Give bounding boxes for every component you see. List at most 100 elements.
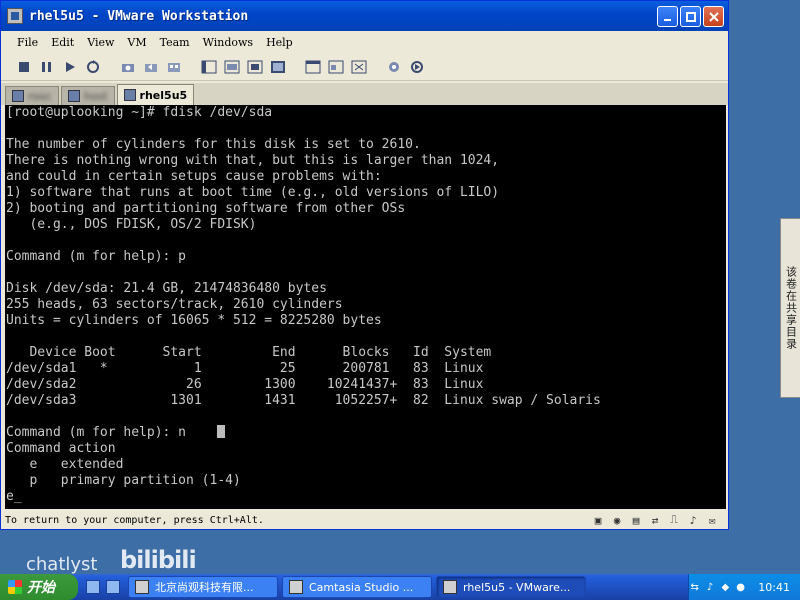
tab-rhel5u5[interactable]: rhel5u5 (116, 84, 195, 105)
console-view-button[interactable] (269, 58, 287, 76)
console-line: e extended (6, 457, 124, 472)
tab-label: host (83, 89, 108, 103)
menu-windows[interactable]: Windows (203, 36, 253, 49)
minimize-icon (663, 18, 671, 21)
replay-button[interactable] (408, 58, 426, 76)
task-label: Camtasia Studio ... (309, 580, 414, 594)
quick-switch-button[interactable] (223, 58, 241, 76)
menu-file[interactable]: File (17, 36, 38, 49)
floppy-icon[interactable]: ▤ (628, 512, 644, 528)
sound-icon[interactable]: ♪ (685, 512, 701, 528)
app-icon (443, 580, 457, 594)
revert-snapshot-button[interactable] (142, 58, 160, 76)
tab-label: rooc (28, 89, 52, 103)
play-icon (66, 61, 75, 72)
record-icon (389, 61, 399, 72)
sidebar-toggle-button[interactable] (200, 58, 218, 76)
console-line: There is nothing wrong with that, but th… (6, 153, 500, 168)
watermark-text: chatlyst (26, 554, 98, 575)
close-button[interactable] (703, 6, 724, 27)
console-line: /dev/sda1 * 1 25 200781 83 Linux (6, 361, 484, 376)
fullscreen-icon (305, 60, 321, 73)
tray-security-icon[interactable]: ● (735, 581, 746, 593)
taskbar-item-browser[interactable]: 北京尚观科技有限... (128, 576, 278, 598)
tray-app-icon[interactable]: ◆ (720, 581, 731, 593)
window-title: rhel5u5 - VMware Workstation (29, 8, 249, 24)
console-output: [root@uplooking ~]# fdisk /dev/sda The n… (5, 105, 726, 505)
console-line: (e.g., DOS FDISK, OS/2 FDISK) (6, 217, 257, 232)
hard-disk-icon[interactable]: ▣ (590, 512, 606, 528)
vmware-window: rhel5u5 - VMware Workstation File Edit V… (0, 0, 729, 530)
console-line: 2) booting and partitioning software fro… (6, 201, 406, 216)
console-line: Command (m for help): n (6, 425, 187, 440)
reset-button[interactable] (84, 58, 102, 76)
menu-help[interactable]: Help (266, 36, 293, 49)
side-panel-label: 该卷在共享目录 (784, 266, 798, 350)
console-line: e (6, 489, 14, 504)
side-share-panel[interactable]: 该卷在共享目录 (780, 218, 800, 398)
vm-console[interactable]: [root@uplooking ~]# fdisk /dev/sda The n… (5, 105, 726, 509)
start-button[interactable]: 开始 (0, 574, 78, 600)
replay-icon (411, 60, 423, 73)
menu-vm[interactable]: VM (127, 36, 146, 49)
sidebar-icon (201, 60, 217, 73)
minimize-button[interactable] (657, 6, 678, 27)
vm-tab-icon (123, 89, 136, 101)
power-on-button[interactable] (61, 58, 79, 76)
console-line: /dev/sda2 26 1300 10241437+ 83 Linux (6, 377, 484, 392)
selection-block (217, 425, 226, 438)
close-icon (708, 11, 719, 22)
record-button[interactable] (385, 58, 403, 76)
tab-host[interactable]: host (60, 86, 115, 105)
system-tray: ⇆ ♪ ◆ ● 10:41 (688, 574, 800, 600)
power-off-button[interactable] (15, 58, 33, 76)
menu-bar: File Edit View VM Team Windows Help (1, 32, 728, 52)
console-line: 255 heads, 63 sectors/track, 2610 cylind… (6, 297, 343, 312)
task-label: rhel5u5 - VMware... (463, 580, 571, 594)
usb-icon[interactable]: ⎍ (666, 512, 682, 528)
quick-launch (86, 580, 120, 594)
suspend-button[interactable] (38, 58, 56, 76)
cdrom-icon[interactable]: ◉ (609, 512, 625, 528)
windows-flag-icon (8, 580, 22, 594)
clock: 10:41 (758, 580, 790, 594)
view-autofit-button[interactable] (350, 58, 368, 76)
snapshot-manager-button[interactable] (165, 58, 183, 76)
taskbar-item-vmware[interactable]: rhel5u5 - VMware... (436, 576, 586, 598)
menu-team[interactable]: Team (160, 36, 190, 49)
network-icon[interactable]: ⇄ (647, 512, 663, 528)
console-line: and could in certain setups cause proble… (6, 169, 382, 184)
console-line: p primary partition (1-4) (6, 473, 241, 488)
console-line: [root@uplooking ~]# fdisk /dev/sda (6, 105, 273, 120)
tray-network-icon[interactable]: ⇆ (689, 581, 700, 593)
menu-view[interactable]: View (87, 36, 114, 49)
message-icon[interactable]: ✉ (704, 512, 720, 528)
vm-tab-icon (12, 90, 24, 102)
tab-rooc[interactable]: rooc (5, 86, 59, 105)
app-icon (135, 580, 149, 594)
quick-launch-icon[interactable] (86, 580, 100, 594)
status-bar: To return to your computer, press Ctrl+A… (1, 510, 728, 530)
vmware-app-icon (7, 8, 23, 24)
stop-icon (19, 61, 29, 72)
snapshot-manager-icon (168, 62, 180, 72)
status-text: To return to your computer, press Ctrl+A… (5, 514, 264, 526)
tray-volume-icon[interactable]: ♪ (704, 581, 715, 593)
taskbar: 开始 北京尚观科技有限... Camtasia Studio ... rhel5… (0, 574, 800, 600)
tab-label: rhel5u5 (139, 88, 188, 102)
text-cursor: _ (13, 489, 22, 504)
snapshot-button[interactable] (119, 58, 137, 76)
maximize-icon (685, 11, 696, 22)
summary-view-button[interactable] (246, 58, 264, 76)
title-bar[interactable]: rhel5u5 - VMware Workstation (1, 1, 728, 31)
taskbar-item-camtasia[interactable]: Camtasia Studio ... (282, 576, 432, 598)
maximize-button[interactable] (680, 6, 701, 27)
full-screen-button[interactable] (304, 58, 322, 76)
menu-edit[interactable]: Edit (51, 36, 74, 49)
quick-launch-icon[interactable] (106, 580, 120, 594)
console-line: 1) software that runs at boot time (e.g.… (6, 185, 500, 200)
quick-switch-icon (224, 60, 240, 73)
console-line: Disk /dev/sda: 21.4 GB, 21474836480 byte… (6, 281, 327, 296)
pause-icon (42, 61, 51, 72)
unity-button[interactable] (327, 58, 345, 76)
